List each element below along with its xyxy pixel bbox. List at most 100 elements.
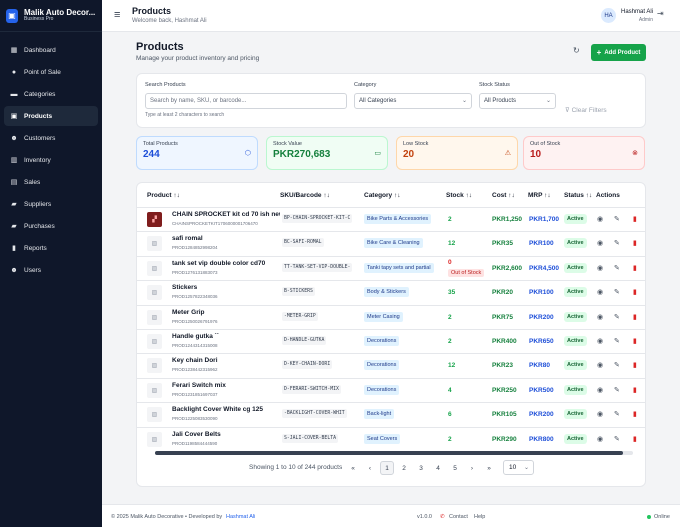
view-icon[interactable]: ◉ [597,361,603,369]
sidebar-item-users[interactable]: ☻ Users [4,260,98,280]
delete-icon[interactable]: ▮ [633,386,637,394]
view-icon[interactable]: ◉ [597,288,603,296]
delete-icon[interactable]: ▮ [633,239,637,247]
add-product-button[interactable]: + Add Product [591,44,646,61]
last-page-button[interactable]: » [482,461,496,475]
sidebar-item-products[interactable]: ▣ Products [4,106,98,126]
edit-icon[interactable]: ✎ [614,386,620,394]
next-page-button[interactable]: › [465,461,479,475]
mrp-value: PKR500 [529,386,554,394]
sku-code: -BACKLIGHT-COVER-WHIT [282,409,347,419]
view-icon[interactable]: ◉ [597,215,603,223]
delete-icon[interactable]: ▮ [633,361,637,369]
version: v1.0.0 [417,514,432,520]
main-content: Products Manage your product inventory a… [102,32,680,504]
sidebar-item-label: Users [24,266,41,274]
delete-icon[interactable]: ▮ [633,435,637,443]
horizontal-scrollbar[interactable] [155,451,633,455]
prev-page-button[interactable]: ‹ [363,461,377,475]
column-header[interactable]: Stock ↑↓ [446,192,472,199]
edit-icon[interactable]: ✎ [614,337,620,345]
help-link[interactable]: Help [474,514,485,520]
delete-icon[interactable]: ▮ [633,313,637,321]
refresh-icon[interactable]: ↻ [573,46,580,55]
sidebar-item-sales[interactable]: ▤ Sales [4,172,98,192]
sidebar-item-label: Dashboard [24,46,56,54]
edit-icon[interactable]: ✎ [614,313,620,321]
edit-icon[interactable]: ✎ [614,264,620,272]
menu-icon[interactable]: ≡ [114,9,120,21]
page-2-button[interactable]: 2 [397,461,411,475]
column-header[interactable]: Category ↑↓ [364,192,400,199]
contact-link[interactable]: Contact [449,514,468,520]
sidebar-nav: ▦ Dashboard ● Point of Sale ▬ Categories ▣ Prod… [0,32,102,280]
page-5-button[interactable]: 5 [448,461,462,475]
view-icon[interactable]: ◉ [597,239,603,247]
sidebar-item-categories[interactable]: ▬ Categories [4,84,98,104]
sidebar-item-purchases[interactable]: ▰ Purchases [4,216,98,236]
page-1-button[interactable]: 1 [380,461,394,475]
column-header[interactable]: Product ↑↓ [147,192,180,199]
stock-status-select[interactable]: All Products ⌄ [479,93,556,109]
scrollbar-thumb[interactable] [155,451,623,455]
mrp-value: PKR80 [529,362,550,370]
product-name: Backlight Cover White cg 125 [172,406,264,414]
cost-value: PKR20 [492,289,513,297]
product-name: Jali Cover Belts [172,430,221,438]
table-row: ▨ safi romal PROD1284852998204 BC-SAFI-ROMA… [137,231,645,255]
column-header[interactable]: Cost ↑↓ [492,192,515,199]
view-icon[interactable]: ◉ [597,435,603,443]
logout-icon[interactable]: ⇥ [657,9,664,18]
image-placeholder-icon: ▨ [147,236,162,252]
view-icon[interactable]: ◉ [597,264,603,272]
folder-icon: ▬ [10,90,18,98]
view-icon[interactable]: ◉ [597,337,603,345]
developer-link[interactable]: Hashmat Ali [226,514,255,520]
sidebar-item-reports[interactable]: ▮ Reports [4,238,98,258]
page-4-button[interactable]: 4 [431,461,445,475]
cost-value: PKR75 [492,313,513,321]
table-row: ▨ tank set vip double color cd70 PROD12761… [137,255,645,280]
sidebar-item-point-of-sale[interactable]: ● Point of Sale [4,62,98,82]
chevron-down-icon: ⌄ [461,98,467,104]
search-placeholder: Search by name, SKU, or barcode... [150,98,247,104]
category-badge: Tanki tapy sets and partial [364,262,434,273]
product-code: PROD1257822348036 [172,294,218,300]
delete-icon[interactable]: ▮ [633,264,637,272]
sidebar-item-suppliers[interactable]: ▰ Suppliers [4,194,98,214]
edit-icon[interactable]: ✎ [614,361,620,369]
edit-icon[interactable]: ✎ [614,288,620,296]
column-header[interactable]: SKU/Barcode ↑↓ [280,192,330,199]
cube-icon: ⬡ [244,150,251,157]
brand[interactable]: ▣ Malik Auto Decor... Business Pro [0,0,102,32]
view-icon[interactable]: ◉ [597,313,603,321]
table-row: ▞ CHAIN SPROCKET kit cd 70 ish new CHAINSP… [137,207,645,231]
delete-icon[interactable]: ▮ [633,215,637,223]
edit-icon[interactable]: ✎ [614,215,620,223]
sidebar-item-inventory[interactable]: ▥ Inventory [4,150,98,170]
delete-icon[interactable]: ▮ [633,337,637,345]
category-select[interactable]: All Categories ⌄ [354,93,472,109]
view-icon[interactable]: ◉ [597,386,603,394]
search-input[interactable]: Search by name, SKU, or barcode... [145,93,347,109]
per-page-select[interactable]: 10 ⌄ [503,460,534,475]
first-page-button[interactable]: « [346,461,360,475]
stock-count: 12 [448,362,456,370]
clear-filters-button[interactable]: ⊽ Clear Filters [565,106,607,114]
view-icon[interactable]: ◉ [597,410,603,418]
sidebar-item-customers[interactable]: ☻ Customers [4,128,98,148]
store-logo-icon: ▣ [6,8,18,23]
product-name: safi romal [172,235,203,243]
edit-icon[interactable]: ✎ [614,239,620,247]
column-header[interactable]: Status ↑↓ [564,192,592,199]
avatar[interactable]: HA [601,8,616,23]
edit-icon[interactable]: ✎ [614,435,620,443]
topbar-subtitle: Welcome back, Hashmat Ali [132,18,207,24]
box-icon: ▣ [10,113,18,120]
edit-icon[interactable]: ✎ [614,410,620,418]
page-3-button[interactable]: 3 [414,461,428,475]
delete-icon[interactable]: ▮ [633,410,637,418]
column-header[interactable]: MRP ↑↓ [528,192,551,199]
sidebar-item-dashboard[interactable]: ▦ Dashboard [4,40,98,60]
delete-icon[interactable]: ▮ [633,288,637,296]
